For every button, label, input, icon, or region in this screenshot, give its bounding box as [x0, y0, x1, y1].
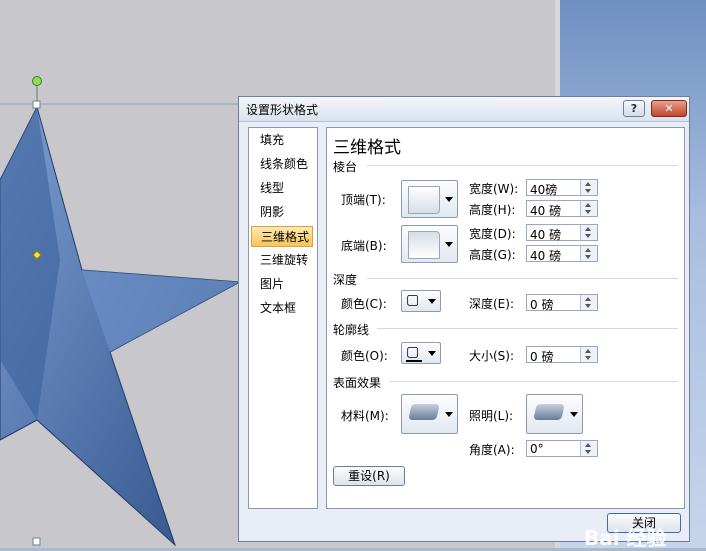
spinner-arrows[interactable]: [580, 347, 597, 362]
chevron-down-icon: [570, 412, 578, 417]
bevel-bottom-height-label: 高度(G):: [469, 248, 516, 262]
bevel-top-label: 顶端(T):: [341, 193, 386, 207]
material-picker[interactable]: [401, 394, 458, 434]
lighting-picker[interactable]: [526, 394, 583, 434]
angle-label: 角度(A):: [469, 443, 515, 457]
depth-input[interactable]: 0 磅: [526, 294, 598, 312]
resize-handle-bottom[interactable]: [32, 537, 41, 546]
bevel-bottom-label: 底端(B):: [341, 239, 387, 253]
bevel-top-picker[interactable]: [401, 180, 458, 218]
bevel-top-height-input[interactable]: 40 磅: [526, 200, 598, 218]
depth-label: 深度(E):: [469, 297, 514, 311]
bevel-top-width-label: 宽度(W):: [469, 182, 519, 196]
lighting-swatch-icon: [533, 404, 565, 420]
spinner-arrows[interactable]: [580, 180, 597, 195]
bevel-section-label: 棱台: [333, 160, 358, 174]
contour-color-label: 颜色(O):: [341, 349, 388, 363]
reset-button[interactable]: 重设(R): [333, 466, 405, 486]
close-x-button[interactable]: ✕: [651, 100, 687, 117]
divider: [389, 381, 678, 382]
nav-item-text-box[interactable]: 文本框: [251, 298, 313, 319]
spinner-arrows[interactable]: [580, 246, 597, 261]
nav-item-fill[interactable]: 填充: [251, 130, 313, 151]
angle-value: 0°: [530, 442, 544, 456]
bevel-top-height-value: 40 磅: [530, 204, 562, 218]
spinner-arrows[interactable]: [580, 225, 597, 240]
bevel-bottom-width-label: 宽度(D):: [469, 227, 516, 241]
color-bar: [406, 360, 422, 362]
divider: [377, 328, 678, 329]
depth-section-label: 深度: [333, 273, 358, 287]
category-list: 填充 线条颜色 线型 阴影 三维格式 三维旋转 图片 文本框: [248, 127, 318, 509]
bevel-top-width-input[interactable]: 40磅: [526, 179, 598, 197]
format-shape-dialog: 设置形状格式 ? ✕ 填充 线条颜色 线型 阴影 三维格式 三维旋转 图片 文本…: [238, 96, 690, 542]
nav-item-3d-format[interactable]: 三维格式: [251, 226, 313, 247]
bevel-bottom-width-input[interactable]: 40 磅: [526, 224, 598, 242]
nav-item-shadow[interactable]: 阴影: [251, 202, 313, 223]
nav-item-line-style[interactable]: 线型: [251, 178, 313, 199]
bevel-top-swatch-icon: [408, 186, 440, 214]
depth-value: 0 磅: [530, 298, 554, 312]
chevron-down-icon: [445, 197, 453, 202]
panel-title: 三维格式: [333, 138, 401, 158]
surface-section-label: 表面效果: [333, 376, 382, 390]
material-label: 材料(M):: [341, 409, 389, 423]
bevel-bottom-width-value: 40 磅: [530, 228, 562, 242]
depth-color-label: 颜色(C):: [341, 297, 387, 311]
dialog-title: 设置形状格式: [246, 103, 319, 117]
chevron-down-icon: [445, 242, 453, 247]
resize-handle-top[interactable]: [32, 100, 41, 109]
bevel-top-height-label: 高度(H):: [469, 203, 516, 217]
lighting-label: 照明(L):: [469, 409, 514, 423]
contour-color-picker[interactable]: ▢: [401, 342, 441, 364]
nav-item-3d-rotation[interactable]: 三维旋转: [251, 250, 313, 271]
3d-format-panel: 三维格式 棱台 顶端(T): 宽度(W): 40磅 高度(H): 40 磅 底端…: [326, 127, 685, 509]
rotation-handle[interactable]: [32, 76, 42, 86]
angle-input[interactable]: 0°: [526, 440, 598, 457]
material-swatch-icon: [408, 404, 440, 420]
spinner-arrows[interactable]: [580, 201, 597, 216]
contour-size-label: 大小(S):: [469, 349, 515, 363]
dialog-titlebar[interactable]: 设置形状格式 ? ✕: [239, 97, 689, 122]
help-button[interactable]: ?: [623, 100, 645, 117]
chevron-down-icon: [428, 351, 436, 356]
bevel-bottom-picker[interactable]: [401, 225, 458, 263]
divider: [367, 278, 678, 279]
contour-section-label: 轮廓线: [333, 323, 370, 337]
nav-item-line-color[interactable]: 线条颜色: [251, 154, 313, 175]
nav-item-picture[interactable]: 图片: [251, 274, 313, 295]
bevel-top-width-value: 40磅: [530, 183, 558, 197]
chevron-down-icon: [428, 299, 436, 304]
spinner-arrows[interactable]: [580, 441, 597, 456]
chevron-down-icon: [445, 412, 453, 417]
bevel-bottom-swatch-icon: [408, 231, 440, 259]
contour-size-value: 0 磅: [530, 350, 554, 364]
spinner-arrows[interactable]: [580, 295, 597, 310]
bevel-bottom-height-input[interactable]: 40 磅: [526, 245, 598, 263]
depth-color-picker[interactable]: ▢: [401, 290, 441, 312]
bevel-bottom-height-value: 40 磅: [530, 249, 562, 263]
divider: [367, 165, 678, 166]
contour-size-input[interactable]: 0 磅: [526, 346, 598, 364]
paint-bucket-icon: ▢: [406, 344, 420, 360]
watermark: Bai 经验: [584, 526, 667, 550]
paint-bucket-icon: ▢: [406, 292, 420, 308]
